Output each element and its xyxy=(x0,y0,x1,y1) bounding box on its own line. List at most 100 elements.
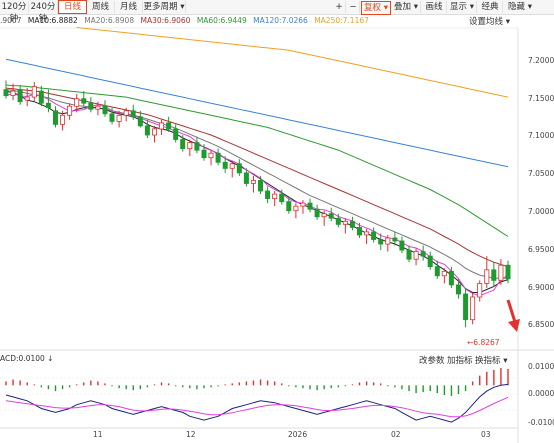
candle-body xyxy=(257,179,263,192)
candle-body xyxy=(123,110,129,116)
indicator-label: ACD:0.0100 ↓ xyxy=(0,354,54,363)
candle-body xyxy=(45,102,51,109)
candle-body xyxy=(130,110,136,118)
price-tick-6-9000: 6.9000 xyxy=(528,283,554,292)
macd-tick-top: 0.0100 xyxy=(528,362,554,371)
candle-body xyxy=(300,202,306,207)
candle-body xyxy=(222,161,228,169)
candle-body xyxy=(250,179,256,184)
candle-body xyxy=(279,193,285,203)
candle-body xyxy=(420,251,426,257)
candle-body xyxy=(74,98,80,107)
candle-body xyxy=(463,293,469,321)
price-tick-7-0500: 7.0500 xyxy=(528,169,554,178)
macd-tick-bottom: -0.0100 xyxy=(528,418,554,427)
candle-body xyxy=(392,237,398,242)
candle-body xyxy=(151,128,157,136)
price-tick-6-9500: 6.9500 xyxy=(528,245,554,254)
candle-body xyxy=(349,220,355,228)
candle-body xyxy=(272,193,278,200)
candle-body xyxy=(307,202,313,210)
candle-body xyxy=(166,122,172,130)
candle-body xyxy=(470,296,476,321)
candle-body xyxy=(455,284,461,295)
price-tick-7-0000: 7.0000 xyxy=(528,207,554,216)
price-tick-7-1000: 7.1000 xyxy=(528,131,554,140)
candle-body xyxy=(477,282,483,298)
candle-body xyxy=(491,269,497,281)
candle-body xyxy=(286,201,292,212)
candle-body xyxy=(498,264,504,281)
candle-body xyxy=(208,152,214,159)
candle-body xyxy=(60,114,66,125)
candle-body xyxy=(24,96,30,101)
candle-body xyxy=(137,116,143,127)
candle-body xyxy=(378,239,384,245)
date-tick-2026: 2026 xyxy=(288,430,308,439)
candle-body xyxy=(173,128,179,140)
candle-body xyxy=(293,205,299,212)
ma60-line xyxy=(5,84,509,237)
candle-body xyxy=(399,240,405,251)
candle-body xyxy=(413,251,419,260)
ma250-line xyxy=(76,27,509,98)
date-tick-dec: 12 xyxy=(186,430,196,439)
price-tick-7-2000: 7.2000 xyxy=(528,56,554,65)
modify-params-button[interactable]: 改参数 xyxy=(419,354,445,366)
price-tick-6-8500: 6.8500 xyxy=(528,320,554,329)
candle-body xyxy=(109,113,115,122)
candle-body xyxy=(385,237,391,245)
candle-body xyxy=(448,270,454,286)
candle-body xyxy=(434,266,440,277)
kline-chart[interactable] xyxy=(0,0,554,443)
candle-body xyxy=(53,110,59,125)
candle-body xyxy=(265,190,271,199)
macd-tick-zero: 0.0000 xyxy=(528,389,554,398)
candle-body xyxy=(321,213,327,218)
candle-body xyxy=(356,226,362,236)
candle-body xyxy=(81,98,87,104)
date-tick-nov: 11 xyxy=(93,430,103,439)
candle-body xyxy=(229,163,235,169)
candle-body xyxy=(215,152,221,163)
candle-body xyxy=(236,163,242,174)
candle-body xyxy=(194,142,200,151)
candle-body xyxy=(484,269,490,284)
price-tick-7-1500: 7.1500 xyxy=(528,94,554,103)
candle-body xyxy=(31,86,37,98)
candle-body xyxy=(427,255,433,268)
candle-body xyxy=(335,217,341,225)
candle-body xyxy=(95,105,101,110)
ma30-line xyxy=(5,87,509,268)
candle-body xyxy=(187,142,193,150)
candle-body xyxy=(67,105,73,116)
candle-body xyxy=(314,208,320,218)
candle-body xyxy=(144,125,150,136)
ma120-line xyxy=(5,58,509,168)
candle-body xyxy=(243,172,249,184)
candle-body xyxy=(180,139,186,150)
macd-dea-line xyxy=(5,396,509,418)
candle-body xyxy=(88,102,94,110)
period-low-marker: ←6.8267 xyxy=(467,338,500,347)
candle-body xyxy=(201,149,207,159)
candle-body xyxy=(364,231,370,236)
ma20-line xyxy=(5,89,508,279)
candle-body xyxy=(342,220,348,225)
date-tick-mar: 03 xyxy=(481,430,491,439)
candle-body xyxy=(406,249,412,260)
candle-body xyxy=(102,105,108,115)
candle-body xyxy=(10,90,16,96)
candle-body xyxy=(17,89,23,103)
add-indicator-button[interactable]: 加指标 xyxy=(447,354,473,366)
candle-body xyxy=(371,231,377,240)
candle-body xyxy=(116,114,122,122)
candle-body xyxy=(328,213,334,219)
candle-body xyxy=(441,270,447,277)
candle-body xyxy=(505,264,511,280)
candle-body xyxy=(158,122,164,130)
switch-indicator-dropdown[interactable]: 换指标 ▾ xyxy=(475,354,507,366)
macd-dif-line xyxy=(5,383,509,423)
candle-body xyxy=(38,90,44,104)
date-tick-feb: 02 xyxy=(391,430,401,439)
